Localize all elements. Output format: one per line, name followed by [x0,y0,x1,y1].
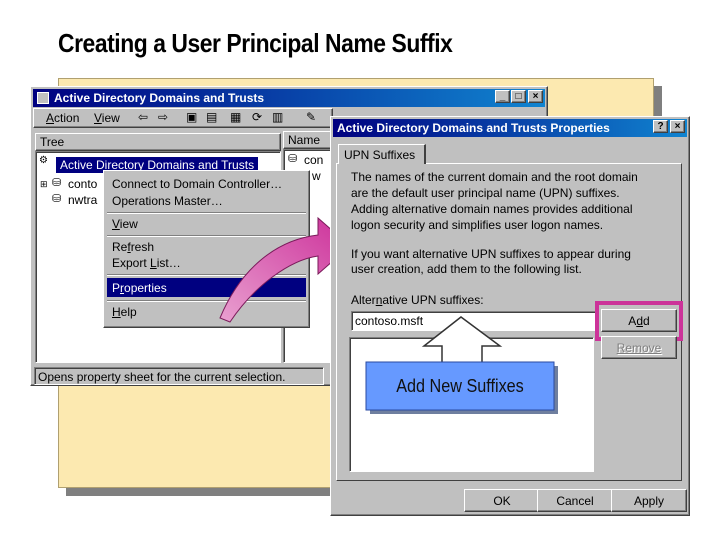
cancel-button[interactable]: Cancel [537,489,613,512]
tab-upn-suffixes[interactable]: UPN Suffixes [338,144,426,164]
mmc-title: Active Directory Domains and Trusts [54,91,265,105]
expand-icon[interactable]: ⊞ [40,179,48,190]
description-paragraph-2: If you want alternative UPN suffixes to … [351,247,631,276]
menu-properties[interactable]: Properties [107,278,306,297]
alt-upn-label: Alternative UPN suffixes: [351,293,484,307]
folder-icon[interactable]: ▣ [186,110,197,124]
list-item[interactable]: w [312,169,321,183]
dialog-close-button[interactable]: × [670,120,685,133]
mmc-titlebar: Active Directory Domains and Trusts [33,89,545,107]
minimize-button[interactable]: _ [495,90,510,103]
description-paragraph-1: The names of the current domain and the … [351,170,638,232]
upn-suffix-list[interactable] [349,337,594,472]
menu-refresh[interactable]: Refresh [112,240,154,254]
tree-child-nwtraders[interactable]: nwtra [68,193,97,207]
name-header-label: Name [288,133,321,147]
upn-suffix-input[interactable]: contoso.msft [351,311,596,331]
dialog-title: Active Directory Domains and Trusts Prop… [337,121,610,135]
callout-text: Add New Suffixes [396,376,524,396]
menu-operations-master[interactable]: Operations Master… [112,194,223,208]
close-button[interactable]: × [528,90,543,103]
maximize-button[interactable]: □ [511,90,526,103]
menu-separator [107,300,306,302]
refresh-icon[interactable]: ⟳ [252,110,262,124]
properties-dialog: Active Directory Domains and Trusts Prop… [330,116,690,516]
menu-help[interactable]: Help [112,305,137,319]
domain-icon: ⛁ [288,153,298,165]
list-item[interactable]: con [304,153,323,167]
menu-export-list[interactable]: Export List… [112,256,181,270]
status-text: Opens property sheet for the current sel… [38,370,286,384]
menu-connect-dc[interactable]: Connect to Domain Controller… [112,177,282,191]
properties-icon[interactable]: ▦ [230,110,241,124]
menu-view[interactable]: View [112,217,138,231]
root-icon: ⚙ [39,155,48,166]
apply-button[interactable]: Apply [611,489,687,512]
ok-button[interactable]: OK [464,489,540,512]
domain-icon: ⛁ [52,193,62,205]
tree-child-contoso[interactable]: conto [68,177,97,191]
toolbar: Action View ⇦ ⇨ ▣ ▤ ▦ ⟳ ▥ ✎ [33,108,333,128]
context-menu: Connect to Domain Controller… Operations… [103,170,310,328]
domain-icon: ⛁ [52,177,62,189]
menu-separator [107,212,306,214]
help-icon[interactable]: ✎ [306,110,316,124]
upn-suffix-value: contoso.msft [355,314,424,328]
tree-tab[interactable]: Tree [35,133,281,151]
export-icon[interactable]: ▥ [272,110,283,124]
dialog-help-button[interactable]: ? [653,120,668,133]
menu-view[interactable]: View [94,111,120,125]
add-button[interactable]: Add [601,309,677,332]
tree-tab-label: Tree [40,135,65,149]
menu-separator [107,235,306,237]
status-bar: Opens property sheet for the current sel… [34,367,324,385]
tab-label: UPN Suffixes [344,148,416,162]
menu-action[interactable]: Action [46,111,79,125]
console-icon [37,92,49,104]
slide-title: Creating a User Principal Name Suffix [58,28,453,58]
menu-separator [107,274,306,276]
forward-arrow-icon[interactable]: ⇨ [158,110,168,124]
back-arrow-icon[interactable]: ⇦ [138,110,148,124]
dialog-titlebar: Active Directory Domains and Trusts Prop… [333,119,687,137]
tree-toggle-icon[interactable]: ▤ [206,110,217,124]
remove-button[interactable]: Remove [601,336,677,359]
